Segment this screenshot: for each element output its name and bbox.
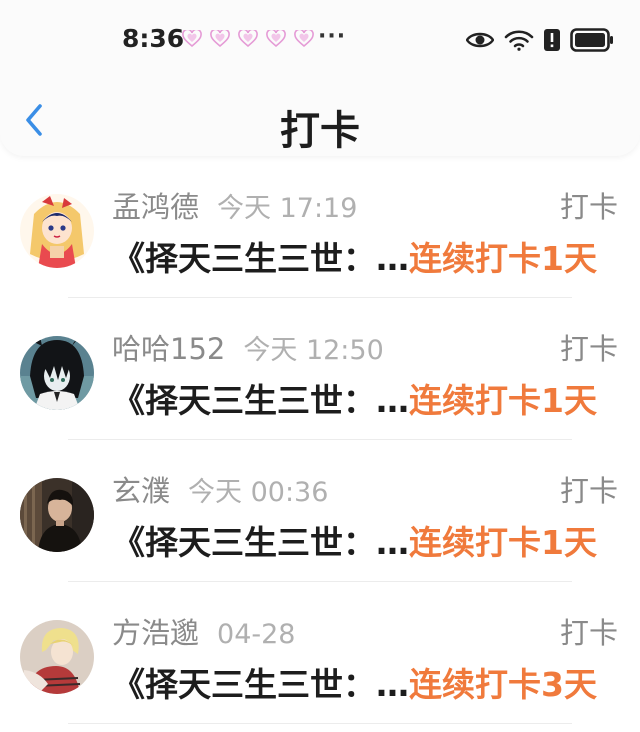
checkin-content: 《择天三生三世：… 连续打卡1天 bbox=[112, 374, 620, 422]
person-photo-avatar-image bbox=[20, 478, 94, 552]
item-meta: 孟鸿德 今天 17:19 bbox=[112, 184, 357, 226]
dark-hair-anime-avatar-image bbox=[20, 336, 94, 410]
activity-type: 打卡 bbox=[559, 332, 618, 366]
book-title[interactable]: 《择天三生三世：… bbox=[112, 516, 409, 564]
signal-alert-icon bbox=[544, 29, 560, 51]
more-notifications: ··· bbox=[318, 24, 347, 49]
notification-icons bbox=[182, 30, 314, 48]
avatar[interactable] bbox=[20, 478, 94, 552]
nav-bar: 打卡 bbox=[0, 84, 640, 156]
checkin-time: 04-28 bbox=[217, 619, 296, 650]
avatar[interactable] bbox=[20, 336, 94, 410]
anime-girl-avatar-image bbox=[20, 194, 94, 268]
status-time: 8:36 bbox=[122, 24, 185, 53]
header: 8:36 ··· 打卡 bbox=[0, 0, 640, 156]
heart-icon bbox=[238, 30, 258, 48]
book-title[interactable]: 《择天三生三世：… bbox=[112, 374, 409, 422]
heart-icon bbox=[294, 30, 314, 48]
divider bbox=[68, 723, 572, 724]
heart-icon bbox=[182, 30, 202, 48]
book-title[interactable]: 《择天三生三世：… bbox=[112, 232, 409, 280]
blonde-anime-avatar-image bbox=[20, 620, 94, 694]
checkin-time: 今天 12:50 bbox=[243, 335, 384, 366]
status-bar: 8:36 ··· bbox=[0, 0, 640, 84]
wifi-icon bbox=[504, 30, 534, 51]
streak-text: 连续打卡3天 bbox=[409, 665, 597, 704]
user-name[interactable]: 玄濮 bbox=[112, 468, 170, 510]
item-meta: 哈哈152 今天 12:50 bbox=[112, 326, 384, 368]
activity-type: 打卡 bbox=[559, 616, 618, 650]
eye-icon bbox=[466, 32, 494, 48]
avatar[interactable] bbox=[20, 194, 94, 268]
checkin-time: 今天 17:19 bbox=[217, 193, 358, 224]
checkin-content: 《择天三生三世：… 连续打卡1天 bbox=[112, 516, 620, 564]
list-item[interactable]: 孟鸿德 今天 17:19 打卡 《择天三生三世：… 连续打卡1天 bbox=[0, 156, 640, 298]
streak-text: 连续打卡1天 bbox=[409, 523, 597, 562]
checkin-list: 孟鸿德 今天 17:19 打卡 《择天三生三世：… 连续打卡1天 哈哈152 今… bbox=[0, 156, 640, 724]
activity-type: 打卡 bbox=[559, 190, 618, 224]
list-item[interactable]: 哈哈152 今天 12:50 打卡 《择天三生三世：… 连续打卡1天 bbox=[0, 298, 640, 440]
user-name[interactable]: 方浩邈 bbox=[112, 610, 199, 652]
streak-text: 连续打卡1天 bbox=[409, 381, 597, 420]
avatar[interactable] bbox=[20, 620, 94, 694]
user-name[interactable]: 哈哈152 bbox=[112, 326, 225, 368]
checkin-content: 《择天三生三世：… 连续打卡3天 bbox=[112, 658, 620, 706]
user-name[interactable]: 孟鸿德 bbox=[112, 184, 199, 226]
book-title[interactable]: 《择天三生三世：… bbox=[112, 658, 409, 706]
list-item[interactable]: 玄濮 今天 00:36 打卡 《择天三生三世：… 连续打卡1天 bbox=[0, 440, 640, 582]
checkin-content: 《择天三生三世：… 连续打卡1天 bbox=[112, 232, 620, 280]
status-icons bbox=[466, 28, 614, 52]
streak-text: 连续打卡1天 bbox=[409, 239, 597, 278]
page-title: 打卡 bbox=[280, 108, 360, 154]
checkin-time: 今天 00:36 bbox=[188, 477, 329, 508]
battery-icon bbox=[570, 28, 613, 52]
item-meta: 玄濮 今天 00:36 bbox=[112, 468, 328, 510]
list-item[interactable]: 方浩邈 04-28 打卡 《择天三生三世：… 连续打卡3天 bbox=[0, 582, 640, 724]
item-meta: 方浩邈 04-28 bbox=[112, 610, 295, 652]
activity-type: 打卡 bbox=[559, 474, 618, 508]
heart-icon bbox=[210, 30, 230, 48]
heart-icon bbox=[266, 30, 286, 48]
